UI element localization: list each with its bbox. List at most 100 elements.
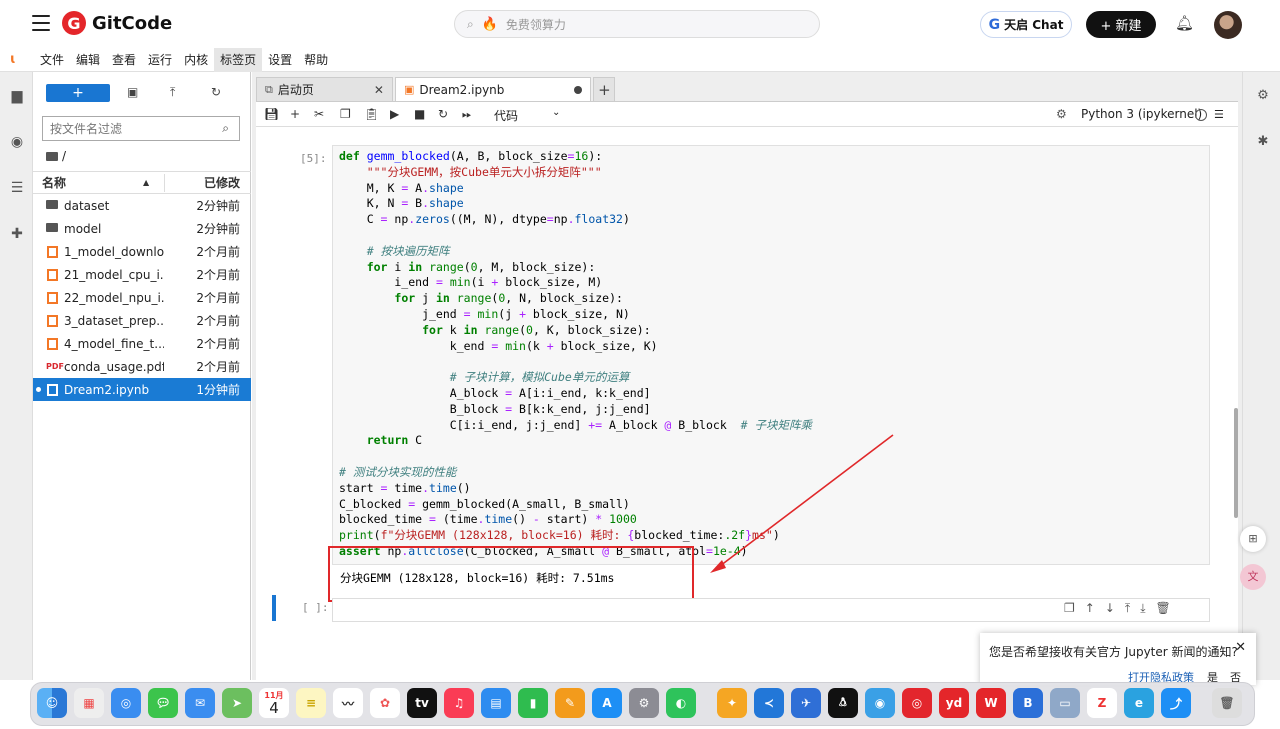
gitcode-logo[interactable]: G GitCode xyxy=(62,11,172,35)
fast-forward-icon[interactable]: ⏩︎ xyxy=(462,107,472,122)
column-name-header[interactable]: 名称 xyxy=(42,174,66,191)
breadcrumb[interactable]: / xyxy=(46,149,66,163)
extension-icon[interactable]: ✚ xyxy=(9,226,25,242)
pages-icon[interactable]: ✎ xyxy=(555,688,585,718)
move-up-icon[interactable]: ↑ xyxy=(1085,601,1095,616)
file-row[interactable]: dataset 2分钟前 xyxy=(33,194,251,217)
move-down-icon[interactable]: ↓ xyxy=(1105,601,1115,616)
finder-icon[interactable]: ☺ xyxy=(37,688,67,718)
insert-below-icon[interactable]: ⤓ xyxy=(1140,601,1145,616)
photos-icon[interactable]: ✿ xyxy=(370,688,400,718)
scrollbar[interactable] xyxy=(1234,408,1238,518)
app-icon-4[interactable]: B xyxy=(1013,688,1043,718)
menu-item[interactable]: 编辑 xyxy=(70,48,106,72)
menu-item[interactable]: 运行 xyxy=(142,48,178,72)
tv-icon[interactable]: tv xyxy=(407,688,437,718)
menu-icon[interactable]: ☰ xyxy=(1214,108,1224,121)
duplicate-cell-icon[interactable]: ❐ xyxy=(1064,601,1075,616)
bell-icon[interactable]: 🔔︎ xyxy=(1175,14,1194,32)
file-row[interactable]: 3_dataset_prep... 2个月前 xyxy=(33,309,251,332)
file-row[interactable]: 21_model_cpu_i... 2个月前 xyxy=(33,263,251,286)
cut-icon[interactable]: ✂ xyxy=(314,107,324,121)
tianqi-chat-button[interactable]: G 天启 Chat xyxy=(980,11,1072,38)
tab[interactable]: ⧉ 启动页 ✕ xyxy=(256,77,393,101)
debugger-icon[interactable]: ✱ xyxy=(1255,134,1271,150)
search-input[interactable]: ⌕ 🔥 免费领算力 xyxy=(454,10,820,38)
file-row[interactable]: 4_model_fine_t... 2个月前 xyxy=(33,332,251,355)
menu-item[interactable]: 内核 xyxy=(178,48,214,72)
property-inspector-icon[interactable]: ⚙ xyxy=(1255,88,1271,104)
copy-icon[interactable]: ❐ xyxy=(340,107,351,121)
hamburger-menu-icon[interactable] xyxy=(32,15,50,31)
translate-icon[interactable]: 文 xyxy=(1240,564,1266,590)
freeform-icon[interactable]: 〰 xyxy=(333,688,363,718)
notes-icon[interactable]: ≡ xyxy=(296,688,326,718)
avatar[interactable] xyxy=(1214,11,1242,39)
keynote-icon[interactable]: ▤ xyxy=(481,688,511,718)
column-modified-header[interactable]: 已修改 xyxy=(204,174,240,191)
tab[interactable]: ▣ Dream2.ipynb xyxy=(394,77,592,101)
file-row[interactable]: 1_model_downlo... 2个月前 xyxy=(33,240,251,263)
app-icon-5[interactable]: Z xyxy=(1087,688,1117,718)
new-button[interactable]: + 新建 xyxy=(1086,11,1156,38)
netease-music-icon[interactable]: ◎ xyxy=(902,688,932,718)
trash-icon[interactable]: 🗑︎ xyxy=(1212,688,1242,718)
maps-icon[interactable]: ➤ xyxy=(222,688,252,718)
file-row[interactable]: 22_model_npu_i... 2个月前 xyxy=(33,286,251,309)
app-icon-3[interactable]: ◉ xyxy=(865,688,895,718)
add-cell-icon[interactable]: + xyxy=(290,107,300,121)
mail-icon[interactable]: ✉ xyxy=(185,688,215,718)
toc-icon[interactable]: ☰ xyxy=(9,180,25,196)
launchpad-icon[interactable]: ▦ xyxy=(74,688,104,718)
new-folder-icon[interactable]: ▣ xyxy=(127,85,138,99)
kernel-name[interactable]: Python 3 (ipykernel) xyxy=(1081,107,1202,121)
menu-item[interactable]: 查看 xyxy=(106,48,142,72)
messages-icon[interactable]: 💬︎ xyxy=(148,688,178,718)
floating-apps-icon[interactable]: ⊞ xyxy=(1240,526,1266,552)
menu-item[interactable]: 设置 xyxy=(262,48,298,72)
new-launcher-button[interactable]: + xyxy=(46,84,110,102)
wechat-icon[interactable]: ◐ xyxy=(666,688,696,718)
unsaved-dot-icon[interactable] xyxy=(574,85,583,94)
insert-above-icon[interactable]: ⤒ xyxy=(1125,601,1130,616)
cell-type-select[interactable]: 代码 ⌄ xyxy=(494,107,560,124)
delete-cell-icon[interactable]: 🗑︎ xyxy=(1156,601,1171,616)
refresh-icon[interactable]: ↻ xyxy=(211,85,221,99)
close-tab-icon[interactable]: ✕ xyxy=(374,83,384,97)
app-icon-2[interactable]: ✈ xyxy=(791,688,821,718)
upload-icon[interactable]: ⤒ xyxy=(170,85,175,100)
app-icon-6[interactable]: ⤴ xyxy=(1161,688,1191,718)
safari-icon[interactable]: ◎ xyxy=(111,688,141,718)
file-row[interactable]: Dream2.ipynb 1分钟前 xyxy=(33,378,251,401)
run-icon[interactable]: ▶ xyxy=(390,107,399,121)
calendar-icon[interactable]: 11月 4 xyxy=(259,688,289,718)
app-store-icon[interactable]: A xyxy=(592,688,622,718)
menu-item[interactable]: 标签页 xyxy=(214,48,263,72)
paste-icon[interactable]: 📋︎ xyxy=(364,107,379,121)
qq-icon[interactable]: 🐧︎ xyxy=(828,688,858,718)
restart-icon[interactable]: ↻ xyxy=(438,107,448,121)
menu-item[interactable]: 文件 xyxy=(34,48,70,72)
app-icon-1[interactable]: ✦ xyxy=(717,688,747,718)
new-tab-button[interactable]: + xyxy=(593,77,616,101)
numbers-icon[interactable]: ▮ xyxy=(518,688,548,718)
preview-icon[interactable]: ▭ xyxy=(1050,688,1080,718)
wps-icon[interactable]: W xyxy=(976,688,1006,718)
music-icon[interactable]: ♫ xyxy=(444,688,474,718)
code-cell[interactable]: def gemm_blocked(A, B, block_size=16): "… xyxy=(332,145,1210,565)
stop-icon[interactable]: ■ xyxy=(414,107,425,121)
save-icon[interactable]: 💾︎ xyxy=(264,107,279,121)
youdao-icon[interactable]: yd xyxy=(939,688,969,718)
kernel-settings-icon[interactable]: ⚙ xyxy=(1056,107,1067,121)
code-editor[interactable]: def gemm_blocked(A, B, block_size=16): "… xyxy=(339,149,812,560)
menu-item[interactable]: 帮助 xyxy=(298,48,334,72)
vscode-icon[interactable]: ≺ xyxy=(754,688,784,718)
system-settings-icon[interactable]: ⚙ xyxy=(629,688,659,718)
file-row[interactable]: PDF conda_usage.pdf 2个月前 xyxy=(33,355,251,378)
edge-icon[interactable]: e xyxy=(1124,688,1154,718)
file-row[interactable]: model 2分钟前 xyxy=(33,217,251,240)
filter-input[interactable]: 按文件名过滤 ⌕ xyxy=(42,116,240,141)
close-icon[interactable]: ✕ xyxy=(1235,640,1246,655)
folder-icon[interactable]: ▆ xyxy=(9,88,25,104)
running-icon[interactable]: ◉ xyxy=(9,134,25,150)
